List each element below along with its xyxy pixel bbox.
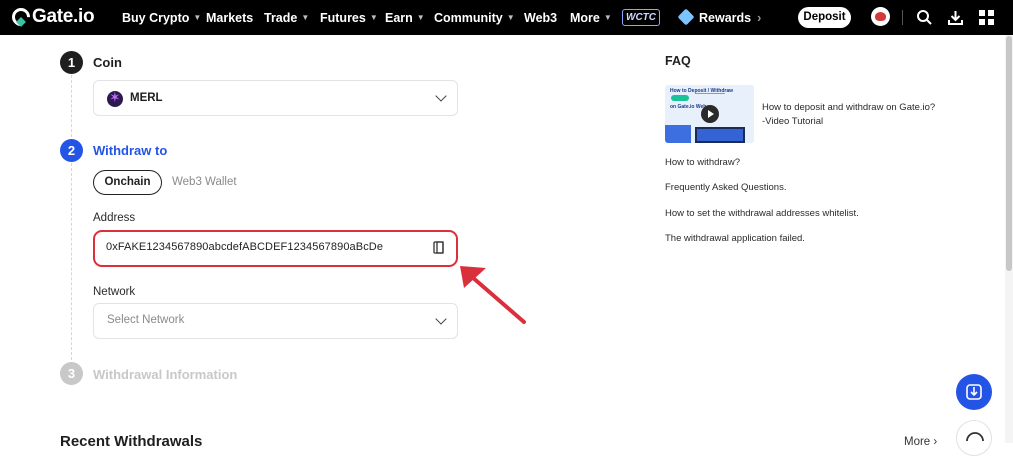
logo-icon <box>8 4 34 30</box>
chevron-down-icon: ▼ <box>416 13 425 22</box>
annotation-arrow-icon <box>460 266 526 324</box>
rewards-icon <box>677 8 695 26</box>
address-value: 0xFAKE1234567890abcdefABCDEF1234567890aB… <box>106 241 384 253</box>
grid-menu-icon[interactable] <box>978 9 995 26</box>
avatar[interactable] <box>871 7 890 26</box>
thumbnail-subtitle: on Gate.io Web <box>670 104 707 110</box>
recent-withdrawals-title: Recent Withdrawals <box>60 433 203 450</box>
thumbnail-screen <box>695 127 745 143</box>
more-link[interactable]: More › <box>904 436 937 448</box>
thumbnail-line <box>695 93 725 94</box>
faq-video-link[interactable]: How to deposit and withdraw on Gate.io? … <box>762 101 962 129</box>
chevron-right-icon: › <box>757 10 762 25</box>
step-1-badge: 1 <box>60 51 83 74</box>
top-nav-bar: Gate.io Buy Crypto ▼ Markets Trade ▼ Futur… <box>0 0 1013 35</box>
paste-icon[interactable] <box>433 241 445 254</box>
nav-community[interactable]: Community ▼ <box>434 0 515 35</box>
network-placeholder: Select Network <box>107 314 185 326</box>
search-icon[interactable] <box>916 9 933 26</box>
nav-futures[interactable]: Futures ▼ <box>320 0 378 35</box>
scrollbar-thumb[interactable] <box>1006 36 1012 271</box>
step-2-badge: 2 <box>60 139 83 162</box>
step-2-title: Withdraw to <box>93 143 168 158</box>
chevron-down-icon <box>435 313 447 325</box>
nav-markets[interactable]: Markets <box>206 0 253 35</box>
chevron-down-icon: ▼ <box>603 13 612 22</box>
nav-more[interactable]: More ▼ <box>570 0 612 35</box>
video-thumbnail[interactable]: How to Deposit / Withdraw on Gate.io Web <box>665 85 754 143</box>
headset-icon <box>966 432 984 442</box>
thumbnail-graphic <box>665 125 691 143</box>
tab-onchain[interactable]: Onchain <box>93 170 162 195</box>
download-icon[interactable] <box>947 9 964 26</box>
chevron-down-icon: ▼ <box>193 13 202 22</box>
address-input[interactable]: 0xFAKE1234567890abcdefABCDEF1234567890aB… <box>93 230 458 267</box>
chevron-down-icon <box>435 90 447 102</box>
download-app-button[interactable] <box>956 374 992 410</box>
divider <box>902 10 903 25</box>
faq-link[interactable]: How to withdraw? <box>665 157 740 168</box>
step-3-title: Withdrawal Information <box>93 367 238 382</box>
step-connector <box>71 75 72 137</box>
gateio-logo[interactable]: Gate.io <box>8 4 95 30</box>
faq-link[interactable]: Frequently Asked Questions. <box>665 182 786 193</box>
wctc-badge[interactable]: WCTC <box>622 9 660 26</box>
address-label: Address <box>93 212 136 224</box>
support-button[interactable] <box>956 420 992 456</box>
chevron-down-icon: ▼ <box>506 13 515 22</box>
play-icon[interactable] <box>701 105 719 123</box>
nav-rewards[interactable]: Rewards › <box>699 0 761 35</box>
network-select[interactable]: Select Network <box>93 303 458 339</box>
tab-web3-wallet[interactable]: Web3 Wallet <box>172 176 237 188</box>
nav-trade[interactable]: Trade ▼ <box>264 0 309 35</box>
nav-web3[interactable]: Web3 <box>524 0 557 35</box>
thumbnail-pill <box>671 95 689 101</box>
step-connector <box>71 163 72 360</box>
nav-buy-crypto[interactable]: Buy Crypto ▼ <box>122 0 201 35</box>
coin-select[interactable]: MERL <box>93 80 458 116</box>
nav-earn[interactable]: Earn ▼ <box>385 0 425 35</box>
chevron-down-icon: ▼ <box>369 13 378 22</box>
deposit-button[interactable]: Deposit <box>798 7 851 28</box>
chevron-down-icon: ▼ <box>301 13 310 22</box>
step-3-badge: 3 <box>60 362 83 385</box>
coin-symbol: MERL <box>130 92 163 104</box>
brand-name: Gate.io <box>32 6 95 27</box>
download-icon <box>966 384 982 400</box>
chevron-right-icon: › <box>933 436 938 448</box>
network-label: Network <box>93 286 136 298</box>
faq-title: FAQ <box>665 54 691 68</box>
step-1-title: Coin <box>93 55 122 70</box>
faq-link[interactable]: How to set the withdrawal addresses whit… <box>665 208 859 219</box>
merlin-coin-icon <box>107 89 123 107</box>
faq-link[interactable]: The withdrawal application failed. <box>665 233 805 244</box>
